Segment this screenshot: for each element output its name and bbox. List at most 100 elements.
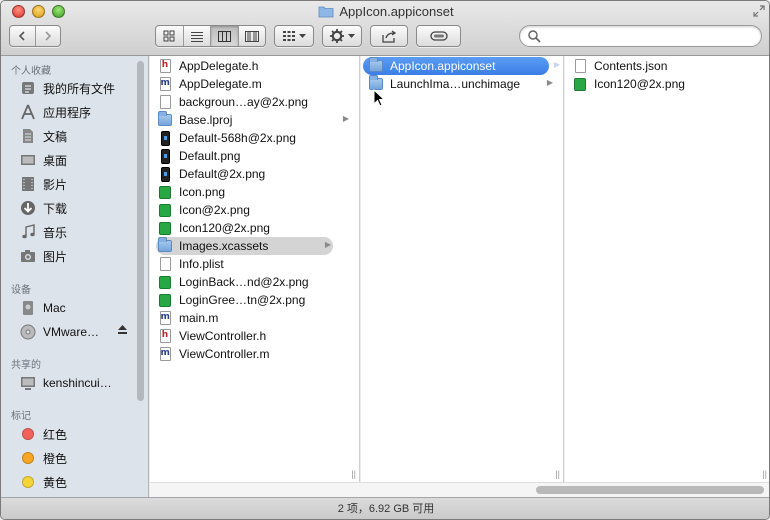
file-row[interactable]: Base.lproj ▶ xyxy=(158,111,351,129)
sidebar-item-all-files[interactable]: 我的所有文件 xyxy=(19,78,115,98)
sidebar-item-documents[interactable]: 文稿 xyxy=(19,126,67,146)
file-name: AppDelegate.m xyxy=(179,77,262,91)
chevron-down-icon xyxy=(298,33,306,38)
file-icon-slot xyxy=(158,202,172,218)
file-icon-slot xyxy=(158,94,172,110)
file-row[interactable]: Default-568h@2x.png xyxy=(158,129,351,147)
eject-icon xyxy=(118,325,127,334)
file-row[interactable]: m ViewController.m xyxy=(158,345,351,363)
sidebar-item-mac[interactable]: Mac xyxy=(19,298,66,318)
sidebar-item-label: 橙色 xyxy=(43,451,68,466)
file-row[interactable]: LoginBack…nd@2x.png xyxy=(158,273,351,291)
sidebar-item-pictures[interactable]: 图片 xyxy=(19,246,67,266)
column-resize-handle[interactable]: || xyxy=(351,469,356,479)
file-row[interactable]: Info.plist xyxy=(158,255,351,273)
arrange-button[interactable] xyxy=(274,25,314,47)
sidebar-item-label: 下载 xyxy=(43,201,68,216)
documents-icon xyxy=(19,127,37,145)
file-row[interactable]: LaunchIma…unchimage ▶ xyxy=(369,75,555,93)
sidebar-item-label: 图片 xyxy=(43,249,68,264)
applications-icon xyxy=(19,103,37,121)
search-input[interactable] xyxy=(544,28,754,44)
source-file-icon: m xyxy=(159,311,171,325)
action-button[interactable] xyxy=(322,25,362,47)
file-row[interactable]: Images.xcassets ▶ xyxy=(156,237,333,255)
file-row[interactable]: h AppDelegate.h xyxy=(158,57,351,75)
file-name: backgroun…ay@2x.png xyxy=(179,95,308,109)
file-icon-slot xyxy=(573,76,587,92)
coverflow-view-button[interactable] xyxy=(239,26,266,46)
file-name: Default.png xyxy=(179,149,241,163)
search-field[interactable] xyxy=(519,25,762,47)
sidebar-item-vmware[interactable]: VMware… xyxy=(19,322,131,342)
share-icon xyxy=(381,29,396,43)
coverflow-view-icon xyxy=(244,30,259,42)
file-row[interactable]: m main.m xyxy=(158,309,351,327)
sidebar-item-label: Mac xyxy=(43,301,66,315)
sidebar-scrollbar[interactable] xyxy=(137,61,144,401)
file-name: Images.xcassets xyxy=(179,239,269,253)
column-view-button[interactable] xyxy=(211,26,239,46)
sidebar-tag-yellow[interactable]: 黄色 xyxy=(19,472,67,492)
music-icon xyxy=(19,223,37,241)
downloads-icon xyxy=(19,199,37,217)
back-button[interactable] xyxy=(10,26,36,46)
column-project: h AppDelegate.h m AppDelegate.m backgroun…ay… xyxy=(150,56,360,482)
disclosure-arrow-icon: ▶ xyxy=(324,240,331,249)
icon-view-button[interactable] xyxy=(156,26,184,46)
image-file-icon xyxy=(159,185,171,199)
file-row[interactable]: Icon120@2x.png xyxy=(158,219,351,237)
forward-button[interactable] xyxy=(36,26,61,46)
file-icon-slot: h xyxy=(158,328,172,344)
sidebar-item-downloads[interactable]: 下载 xyxy=(19,198,67,218)
tags-button[interactable] xyxy=(416,25,461,47)
finder-window: AppIcon.appiconset 个人收藏 我的所有文件 应用程序 文稿 桌… xyxy=(0,0,770,520)
horizontal-scrollbar[interactable] xyxy=(150,482,769,497)
file-row[interactable]: Icon.png xyxy=(158,183,351,201)
sidebar-item-kenshincui[interactable]: kenshincui… xyxy=(19,373,112,393)
file-icon-slot xyxy=(158,184,172,200)
computer-icon xyxy=(19,374,37,392)
column-resize-handle[interactable]: || xyxy=(555,469,560,479)
sidebar-item-music[interactable]: 音乐 xyxy=(19,222,67,242)
file-row[interactable]: Icon@2x.png xyxy=(158,201,351,219)
file-row[interactable]: AppIcon.appiconset ▶ xyxy=(363,57,560,75)
sidebar-item-desktop[interactable]: 桌面 xyxy=(19,150,67,170)
sidebar-item-label: 黄色 xyxy=(43,475,68,490)
column-appiconset: Contents.json Icon120@2x.png || xyxy=(565,56,769,482)
disclosure-arrow-icon: ▶ xyxy=(546,78,553,87)
sidebar-item-movies[interactable]: 影片 xyxy=(19,174,67,194)
file-row[interactable]: backgroun…ay@2x.png xyxy=(158,93,351,111)
file-name: Contents.json xyxy=(594,59,668,73)
orange-tag-dot-icon xyxy=(22,452,34,464)
file-name: LoginBack…nd@2x.png xyxy=(179,275,309,289)
list-view-button[interactable] xyxy=(184,26,211,46)
file-row[interactable]: Default.png xyxy=(158,147,351,165)
file-row[interactable]: Icon120@2x.png xyxy=(573,75,762,93)
file-row[interactable]: LoginGree…tn@2x.png xyxy=(158,291,351,309)
movies-icon xyxy=(19,175,37,193)
sidebar-tag-orange[interactable]: 橙色 xyxy=(19,448,67,468)
folder-icon xyxy=(369,57,383,72)
horizontal-scrollbar-thumb[interactable] xyxy=(536,486,764,494)
file-icon-slot: m xyxy=(158,76,172,92)
file-row[interactable]: m AppDelegate.m xyxy=(158,75,351,93)
column-resize-handle[interactable]: || xyxy=(762,469,767,479)
list-view-icon xyxy=(190,31,203,42)
file-name: LoginGree…tn@2x.png xyxy=(179,293,306,307)
search-icon xyxy=(528,30,541,43)
sidebar-item-label: 红色 xyxy=(43,427,68,442)
eject-button[interactable] xyxy=(117,324,128,338)
fullscreen-icon[interactable] xyxy=(753,5,765,17)
sidebar-item-applications[interactable]: 应用程序 xyxy=(19,102,91,122)
file-row[interactable]: Contents.json xyxy=(573,57,762,75)
file-name: Icon@2x.png xyxy=(179,203,250,217)
file-icon-slot xyxy=(158,237,172,254)
sidebar-tag-red[interactable]: 红色 xyxy=(19,424,67,444)
file-row[interactable]: h ViewController.h xyxy=(158,327,351,345)
file-icon-slot xyxy=(158,130,172,146)
file-row[interactable]: Default@2x.png xyxy=(158,165,351,183)
sidebar-item-label: VMware… xyxy=(43,325,100,339)
tags-header: 标记 xyxy=(11,411,31,422)
share-button[interactable] xyxy=(370,25,408,47)
